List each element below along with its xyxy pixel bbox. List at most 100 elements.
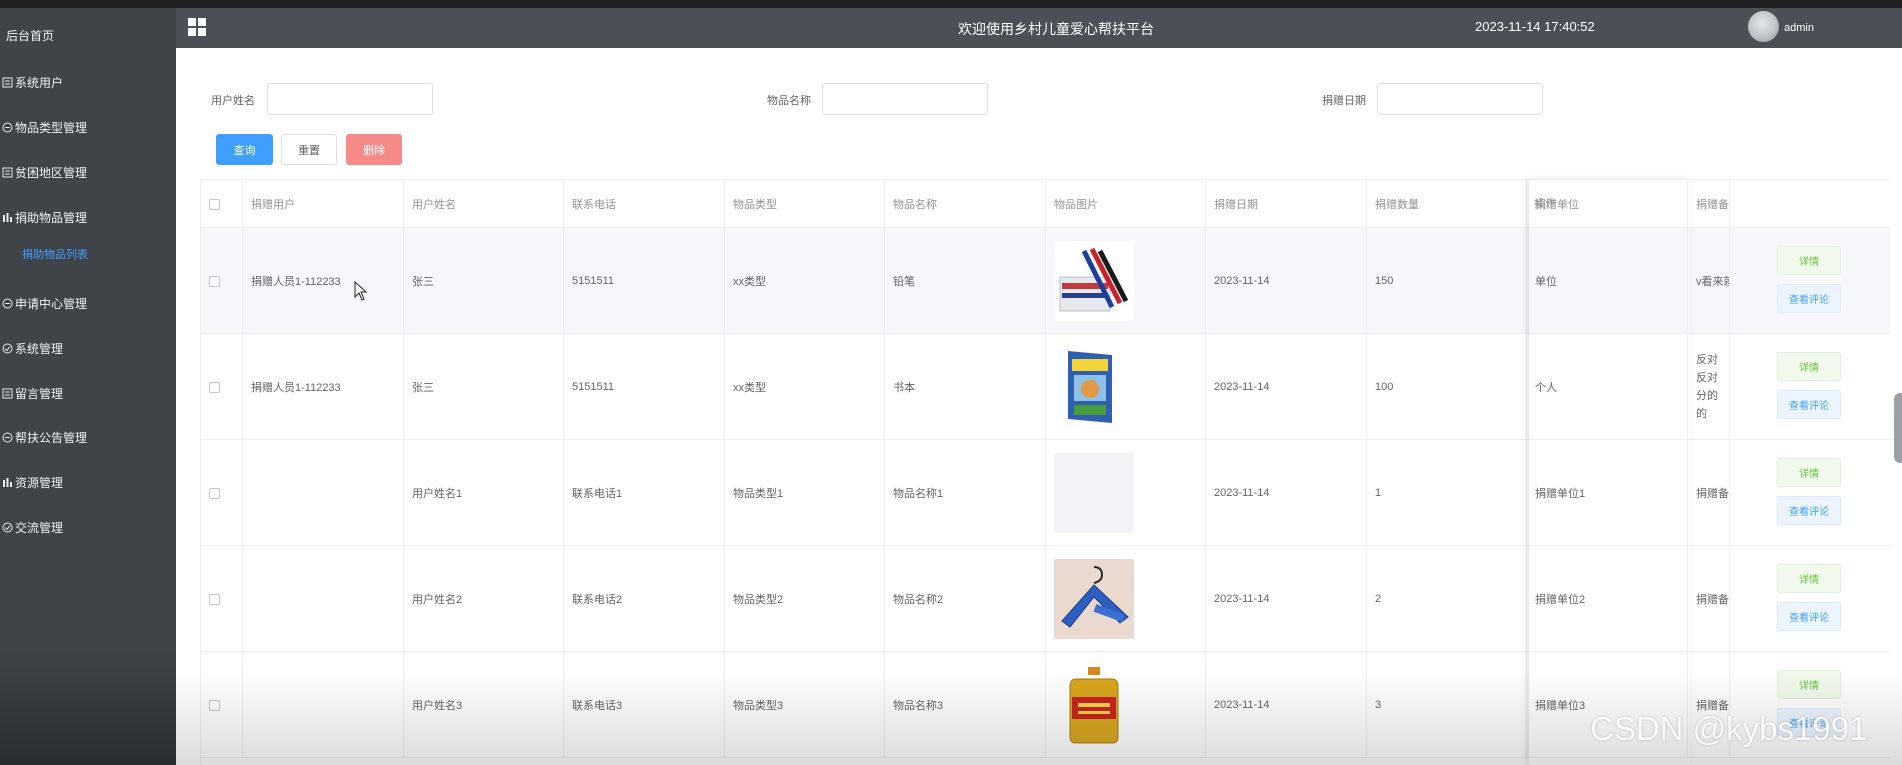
list-icon xyxy=(2,388,13,398)
cell-remark: 捐赠备 xyxy=(1688,440,1730,546)
user-name-input[interactable] xyxy=(267,83,433,115)
cell-item: 物品名称1 xyxy=(885,440,1046,546)
cell-name: 用户姓名1 xyxy=(404,440,564,546)
sidebar-item-label: 留言管理 xyxy=(15,386,64,401)
cell-remark: v看来就 xyxy=(1688,228,1730,334)
circle-minus-icon xyxy=(2,298,13,308)
row-checkbox[interactable] xyxy=(209,487,220,499)
donate-date-label: 捐赠日期 xyxy=(1322,95,1366,107)
list-icon xyxy=(2,77,13,87)
row-checkbox[interactable] xyxy=(209,275,220,287)
watermark: CSDN @kybs1991 xyxy=(1590,710,1868,747)
item-image-hanger[interactable] xyxy=(1054,559,1134,639)
row-checkbox[interactable] xyxy=(209,593,220,605)
view-comments-button[interactable]: 查看评论 xyxy=(1777,390,1841,419)
column-header[interactable]: 捐赠备 xyxy=(1688,180,1730,228)
circle-minus-icon xyxy=(2,432,13,442)
sidebar-item-label: 交流管理 xyxy=(15,520,64,535)
sidebar-item-system[interactable]: 系统管理 xyxy=(0,335,176,361)
reset-button[interactable]: 重置 xyxy=(281,134,337,165)
cell-name: 张三 xyxy=(404,228,564,334)
detail-button[interactable]: 详情 xyxy=(1777,670,1841,699)
sidebar-item-label: 捐助物品管理 xyxy=(15,210,88,225)
cell-type: 物品类型1 xyxy=(725,440,885,546)
user-name-label: 用户姓名 xyxy=(211,95,255,107)
item-image-book[interactable] xyxy=(1054,347,1134,427)
sidebar-item-label: 物品类型管理 xyxy=(15,120,88,135)
cell-date: 2023-11-14 xyxy=(1206,652,1367,758)
column-header[interactable]: 捐赠用户 xyxy=(243,180,404,228)
sidebar-item-label: 系统管理 xyxy=(15,341,64,356)
list-icon xyxy=(2,167,13,177)
cell-name: 张三 xyxy=(404,334,564,440)
cell-image xyxy=(1046,440,1206,546)
cell-type: xx类型 xyxy=(725,228,885,334)
view-comments-button[interactable]: 查看评论 xyxy=(1777,496,1841,525)
column-header[interactable]: 物品类型 xyxy=(725,180,885,228)
sidebar-item-exchange[interactable]: 交流管理 xyxy=(0,514,176,540)
sidebar-subitem-label: 捐助物品列表 xyxy=(22,249,88,261)
donate-date-input[interactable] xyxy=(1377,83,1543,115)
side-scroll-handle[interactable] xyxy=(1894,393,1902,463)
column-header[interactable]: 联系电话 xyxy=(564,180,725,228)
cell-qty: 2 xyxy=(1367,546,1527,652)
sidebar-item-announcements[interactable]: 帮扶公告管理 xyxy=(0,424,176,450)
sidebar-item-messages[interactable]: 留言管理 xyxy=(0,380,176,406)
view-comments-button[interactable]: 查看评论 xyxy=(1777,284,1841,313)
sidebar: 后台首页 系统用户 物品类型管理 贫困地区管理 捐助物品管理 捐助物品列表 申请… xyxy=(0,8,176,765)
query-button[interactable]: 查询 xyxy=(216,134,273,165)
sidebar-item-home[interactable]: 后台首页 xyxy=(6,22,182,48)
row-select xyxy=(201,652,243,758)
detail-button[interactable]: 详情 xyxy=(1777,458,1841,487)
cell-phone: 5151511 xyxy=(564,334,725,440)
username[interactable]: admin xyxy=(1784,22,1814,34)
select-all-checkbox[interactable] xyxy=(209,198,220,210)
sidebar-item-applications[interactable]: 申请中心管理 xyxy=(0,290,176,316)
sidebar-item-resources[interactable]: 资源管理 xyxy=(0,469,176,495)
cell-qty: 1 xyxy=(1367,440,1527,546)
cell-date: 2023-11-14 xyxy=(1206,334,1367,440)
delete-button[interactable]: 删除 xyxy=(346,134,402,165)
cell-item: 铅笔 xyxy=(885,228,1046,334)
cell-type: 物品类型3 xyxy=(725,652,885,758)
column-header[interactable]: 物品图片 xyxy=(1046,180,1206,228)
cell-donor xyxy=(243,546,404,652)
view-comments-button[interactable]: 查看评论 xyxy=(1777,602,1841,631)
avatar[interactable] xyxy=(1748,11,1779,42)
cell-qty: 3 xyxy=(1367,652,1527,758)
column-header[interactable]: 捐赠数量 xyxy=(1367,180,1527,228)
sidebar-item-label: 申请中心管理 xyxy=(15,296,88,311)
row-checkbox[interactable] xyxy=(209,381,220,393)
detail-button[interactable]: 详情 xyxy=(1777,352,1841,381)
detail-button[interactable]: 详情 xyxy=(1777,246,1841,275)
row-select xyxy=(201,228,243,334)
item-image-oil[interactable] xyxy=(1054,665,1134,745)
bar-chart-icon xyxy=(3,477,12,487)
row-checkbox[interactable] xyxy=(209,699,220,711)
sidebar-item-users[interactable]: 系统用户 xyxy=(0,69,176,95)
cell-image xyxy=(1046,652,1206,758)
row-select xyxy=(201,546,243,652)
circle-check-icon xyxy=(2,522,13,532)
sidebar-item-item-types[interactable]: 物品类型管理 xyxy=(0,114,176,140)
cell-image xyxy=(1046,334,1206,440)
item-image-placeholder[interactable] xyxy=(1054,453,1134,533)
mouse-cursor-icon xyxy=(354,281,368,301)
column-header[interactable]: 物品名称 xyxy=(885,180,1046,228)
detail-button[interactable]: 详情 xyxy=(1777,564,1841,593)
cell-donor: 捐赠人员1-112233 xyxy=(243,228,404,334)
column-header[interactable]: 捐赠日期 xyxy=(1206,180,1367,228)
sidebar-item-label: 贫困地区管理 xyxy=(15,165,88,180)
menu-grid-icon[interactable] xyxy=(188,18,206,36)
column-header[interactable]: 用户姓名 xyxy=(404,180,564,228)
top-strip xyxy=(0,0,1902,8)
cell-donor: 捐赠人员1-112233 xyxy=(243,334,404,440)
cell-date: 2023-11-14 xyxy=(1206,440,1367,546)
item-image-pens[interactable] xyxy=(1054,241,1134,321)
sidebar-item-poor-areas[interactable]: 贫困地区管理 xyxy=(0,159,176,185)
sidebar-item-donations[interactable]: 捐助物品管理 xyxy=(0,204,176,230)
item-name-input[interactable] xyxy=(822,83,988,115)
cell-date: 2023-11-14 xyxy=(1206,546,1367,652)
cell-qty: 100 xyxy=(1367,334,1527,440)
sidebar-subitem-donation-list[interactable]: 捐助物品列表 xyxy=(22,246,88,262)
